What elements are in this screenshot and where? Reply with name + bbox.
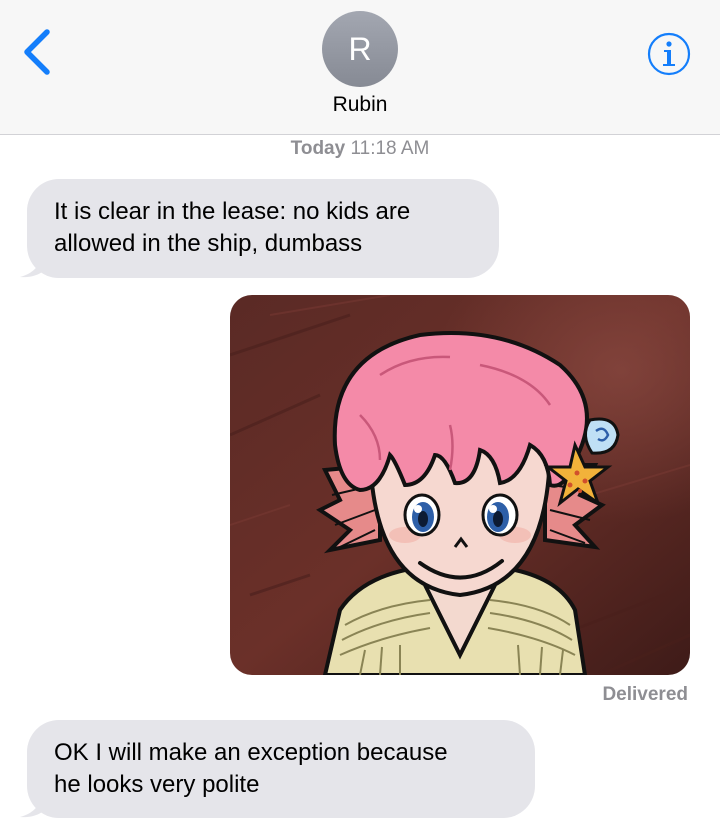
info-button[interactable] <box>646 31 692 77</box>
timestamp-day: Today <box>290 138 346 159</box>
outgoing-image-message[interactable] <box>230 295 690 675</box>
contact-avatar[interactable]: R <box>322 11 398 87</box>
message-line: OK I will make an exception because <box>54 739 448 766</box>
delivery-status: Delivered <box>602 684 688 705</box>
timestamp-time: 11:18 AM <box>350 138 430 159</box>
incoming-message-bubble[interactable]: It is clear in the lease: no kids are al… <box>27 179 499 278</box>
cartoon-drawing-image <box>230 295 690 675</box>
message-line: he looks very polite <box>54 771 260 798</box>
conversation-header: R Rubin <box>0 0 720 135</box>
contact-name[interactable]: Rubin <box>0 93 720 117</box>
message-line: allowed in the ship, dumbass <box>54 230 363 257</box>
message-line: It is clear in the lease: no kids are <box>54 198 411 225</box>
avatar-initial: R <box>348 31 372 67</box>
info-icon <box>647 32 691 76</box>
message-timestamp: Today 11:18 AM <box>0 138 720 160</box>
chevron-left-icon <box>24 29 50 75</box>
messages-screen: R Rubin Today 11:18 AM It is clear in th… <box>0 0 720 829</box>
incoming-message-bubble[interactable]: OK I will make an exception because he l… <box>27 720 535 818</box>
back-button[interactable] <box>14 22 60 82</box>
